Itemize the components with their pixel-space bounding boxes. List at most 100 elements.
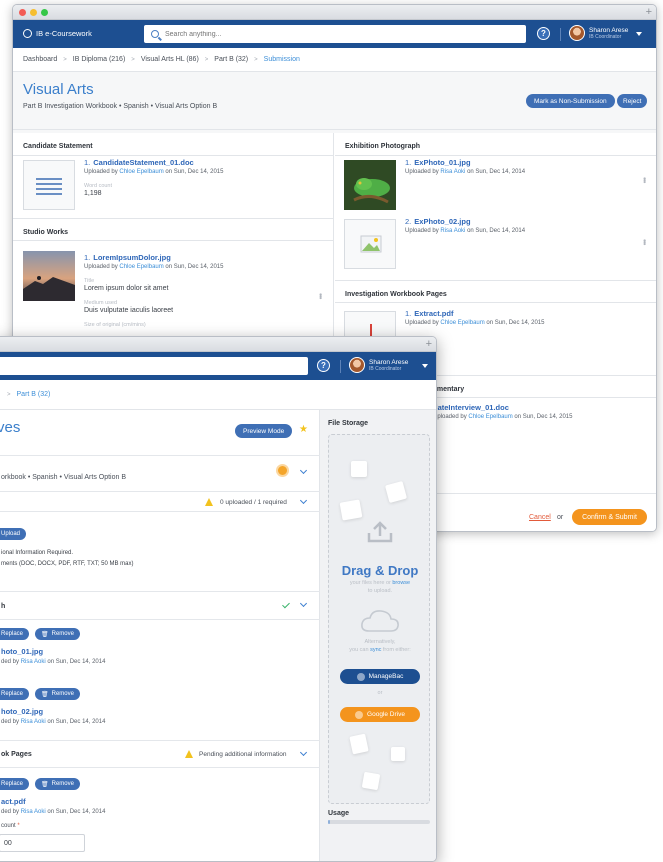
remove-button[interactable]: 🗑 Remove bbox=[35, 688, 80, 700]
statement-upload-section: 0 uploaded / 1 required Upload ional Inf… bbox=[0, 492, 320, 592]
candidate-statement-heading: Candidate Statement bbox=[13, 133, 333, 156]
upload-window: + ? Sharon Arese IB Coordinator > Part B… bbox=[0, 336, 437, 862]
file-storage-panel: File Storage Drag & Drop your files here… bbox=[320, 410, 436, 861]
user-role: IB Coordinator bbox=[589, 33, 622, 40]
chevron-right-icon: > bbox=[7, 391, 11, 398]
replace-button[interactable]: Replace bbox=[0, 688, 30, 700]
file-link[interactable]: hoto_02.jpg bbox=[1, 707, 43, 716]
page-title: Visual Arts bbox=[23, 81, 94, 98]
document-thumbnail[interactable] bbox=[23, 160, 75, 210]
chevron-down-icon[interactable] bbox=[299, 748, 308, 757]
close-window-button[interactable] bbox=[19, 9, 26, 16]
count-label: count * bbox=[1, 823, 20, 829]
breadcrumb-ib-diploma[interactable]: IB Diploma (216) bbox=[73, 56, 126, 63]
file-link[interactable]: 1. ExPhoto_01.jpg bbox=[405, 158, 525, 167]
drop-zone[interactable]: Drag & Drop your files here or browse to… bbox=[328, 434, 430, 804]
trash-icon: 🗑 bbox=[41, 781, 49, 788]
exhibition-files: Replace 🗑 Remove hoto_01.jpg ded by Risa … bbox=[0, 620, 320, 750]
chevron-down-icon[interactable] bbox=[636, 32, 642, 36]
star-icon[interactable]: ★ bbox=[299, 424, 308, 435]
usage-fill bbox=[328, 820, 331, 824]
upload-button[interactable]: Upload bbox=[0, 528, 27, 540]
breadcrumb-part-b[interactable]: Part B (32) bbox=[214, 56, 248, 63]
file-link[interactable]: hoto_01.jpg bbox=[1, 647, 43, 656]
exhibition-photo-1-thumbnail[interactable] bbox=[344, 160, 396, 210]
cloud-sync-icon bbox=[361, 610, 399, 632]
preview-mode-button[interactable]: Preview Mode bbox=[235, 424, 293, 438]
file-meta: ded by Risa Aoki on Sun, Dec 14, 2014 bbox=[1, 719, 106, 725]
new-tab-icon[interactable]: + bbox=[426, 337, 432, 351]
file-link[interactable]: dateInterview_01.doc bbox=[433, 403, 572, 412]
workbook-files: Replace 🗑 Remove act.pdf ded by Risa Aoki… bbox=[0, 768, 320, 861]
alternative-hint-2: you can sync from either: bbox=[349, 647, 411, 653]
studio-work-thumbnail[interactable] bbox=[23, 251, 75, 301]
search-bar[interactable] bbox=[0, 357, 308, 375]
video-file-icon bbox=[391, 747, 405, 761]
search-input[interactable] bbox=[165, 30, 465, 38]
cancel-link[interactable]: Cancel bbox=[529, 514, 551, 521]
remove-button[interactable]: 🗑 Remove bbox=[35, 628, 80, 640]
accepted-formats: ments (DOC, DOCX, PDF, RTF, TXT; 50 MB m… bbox=[1, 561, 134, 567]
studio-works-heading: Studio Works bbox=[13, 218, 334, 241]
file-storage-heading: File Storage bbox=[328, 420, 369, 427]
more-options-icon[interactable]: ••• bbox=[640, 239, 649, 244]
drag-drop-hint-2: to upload. bbox=[367, 588, 393, 594]
chevron-down-icon[interactable] bbox=[422, 364, 428, 368]
help-icon[interactable]: ? bbox=[537, 27, 550, 40]
minimize-window-button[interactable] bbox=[30, 9, 37, 16]
file-meta: Uploaded by Risa Aoki on Sun, Dec 14, 20… bbox=[405, 169, 526, 175]
managebac-button[interactable]: ManageBac bbox=[340, 669, 420, 684]
file-meta: ded by Risa Aoki on Sun, Dec 14, 2014 bbox=[1, 809, 106, 815]
more-options-icon[interactable]: ••• bbox=[640, 177, 649, 182]
chevron-right-icon: > bbox=[63, 56, 67, 63]
browse-link[interactable]: browse bbox=[392, 580, 410, 586]
usage-bar bbox=[328, 820, 430, 824]
size-label: Size of original (cm/mins) bbox=[84, 322, 146, 328]
replace-button[interactable]: Replace bbox=[0, 778, 30, 790]
confirm-submit-button[interactable]: Confirm & Submit bbox=[572, 509, 647, 525]
file-meta: Uploaded by Risa Aoki on Sun, Dec 14, 20… bbox=[405, 228, 526, 234]
section-title: ok Pages bbox=[1, 751, 32, 758]
avatar bbox=[349, 357, 365, 373]
upload-header: ves Preview Mode ★ bbox=[0, 410, 320, 456]
clock-icon bbox=[276, 464, 289, 477]
help-icon[interactable]: ? bbox=[317, 359, 330, 372]
user-menu[interactable]: Sharon Arese IB Coordinator bbox=[349, 357, 408, 373]
file-link[interactable]: 1. CandidateStatement_01.doc bbox=[84, 158, 223, 167]
exhibition-photo-2-thumbnail[interactable] bbox=[344, 219, 396, 269]
count-input[interactable] bbox=[0, 834, 85, 852]
replace-button[interactable]: Replace bbox=[0, 628, 30, 640]
breadcrumb-dashboard[interactable]: Dashboard bbox=[23, 56, 57, 63]
breadcrumb-visual-arts[interactable]: Visual Arts HL (86) bbox=[141, 56, 199, 63]
chevron-down-icon[interactable] bbox=[299, 466, 308, 475]
avatar bbox=[569, 25, 585, 41]
more-options-icon[interactable]: ••• bbox=[316, 293, 325, 298]
file-link[interactable]: 1. LoremIpsumDolor.jpg bbox=[84, 253, 223, 262]
breadcrumb: > Part B (32) bbox=[0, 380, 436, 410]
page-header: Visual Arts Part B Investigation Workboo… bbox=[13, 72, 656, 130]
zoom-window-button[interactable] bbox=[41, 9, 48, 16]
reject-button[interactable]: Reject bbox=[617, 94, 648, 108]
file-link[interactable]: 2. ExPhoto_02.jpg bbox=[405, 217, 525, 226]
google-drive-button[interactable]: Google Drive bbox=[340, 707, 420, 722]
workbook-section-header: ok Pages Pending additional information bbox=[0, 740, 320, 768]
trash-icon: 🗑 bbox=[41, 691, 49, 698]
mark-non-submission-button[interactable]: Mark as Non-Submission bbox=[526, 94, 615, 108]
search-bar[interactable] bbox=[144, 25, 526, 43]
file-link[interactable]: 1. Extract.pdf bbox=[405, 309, 544, 318]
candidate-statement-file: 1. CandidateStatement_01.doc Uploaded by … bbox=[84, 158, 223, 197]
breadcrumb-part-b[interactable]: Part B (32) bbox=[17, 391, 51, 398]
chevron-right-icon: > bbox=[131, 56, 135, 63]
document-file-icon bbox=[384, 480, 408, 504]
page-subtitle: orkbook • Spanish • Visual Arts Option B bbox=[1, 474, 127, 481]
chevron-down-icon[interactable] bbox=[299, 599, 308, 608]
upload-status: 0 uploaded / 1 required bbox=[220, 499, 287, 506]
brand[interactable]: IB e-Coursework bbox=[23, 29, 92, 38]
user-menu[interactable]: Sharon Arese IB Coordinator bbox=[569, 25, 628, 41]
trash-icon: 🗑 bbox=[41, 631, 49, 638]
new-tab-icon[interactable]: + bbox=[646, 5, 652, 19]
chevron-right-icon: > bbox=[204, 56, 209, 63]
upload-main: ves Preview Mode ★ orkbook • Spanish • V… bbox=[0, 410, 320, 861]
file-link[interactable]: act.pdf bbox=[1, 797, 26, 806]
remove-button[interactable]: 🗑 Remove bbox=[35, 778, 80, 790]
